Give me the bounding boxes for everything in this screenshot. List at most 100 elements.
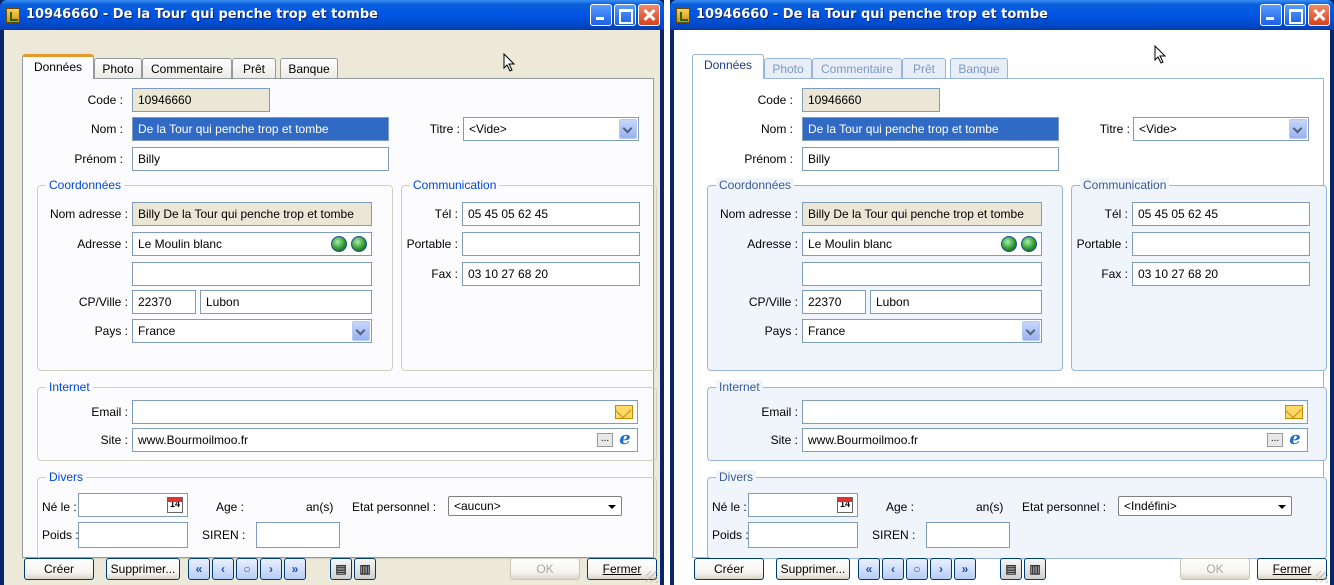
last-record-icon[interactable]: » <box>954 558 976 580</box>
maximize-button[interactable] <box>1284 4 1306 26</box>
chevron-down-icon[interactable] <box>352 321 370 341</box>
tel-field[interactable]: 05 45 05 62 45 <box>462 202 640 226</box>
ville-field[interactable]: Lubon <box>200 290 372 314</box>
siren-field[interactable] <box>256 522 340 548</box>
tab-photo[interactable]: Photo <box>94 58 142 78</box>
previous-record-icon[interactable]: ‹ <box>212 558 234 580</box>
tab-banque[interactable]: Banque <box>950 58 1008 78</box>
siren-label: SIREN : <box>872 528 916 542</box>
pays-select[interactable]: France <box>802 319 1042 343</box>
maximize-button[interactable] <box>614 4 636 26</box>
email-icon[interactable] <box>1285 405 1303 419</box>
ne-le-field[interactable]: 14 <box>748 493 858 517</box>
cp-field[interactable]: 22370 <box>802 290 866 314</box>
tel-field[interactable]: 05 45 05 62 45 <box>1132 202 1310 226</box>
tab-photo[interactable]: Photo <box>764 58 812 78</box>
fax-field[interactable]: 03 10 27 68 20 <box>462 262 640 286</box>
supprimer-button[interactable]: Supprimer... <box>106 558 180 580</box>
creer-button[interactable]: Créer <box>24 558 94 580</box>
print-icon[interactable]: ▤ <box>1000 558 1022 580</box>
email-field[interactable] <box>802 400 1308 424</box>
email-icon[interactable] <box>615 405 633 419</box>
tab-donnees[interactable]: Données <box>692 54 764 79</box>
pays-select[interactable]: France <box>132 319 372 343</box>
tab-commentaire[interactable]: Commentaire <box>142 58 232 78</box>
browser-icon[interactable]: e <box>616 430 634 448</box>
adresse-field[interactable]: Le Moulin blanc <box>132 232 372 256</box>
print-icon[interactable]: ▤ <box>330 558 352 580</box>
email-field[interactable] <box>132 400 638 424</box>
first-record-icon[interactable]: « <box>858 558 880 580</box>
address-map-icon[interactable] <box>351 236 367 252</box>
chevron-down-icon[interactable] <box>1022 321 1040 341</box>
last-record-icon[interactable]: » <box>284 558 306 580</box>
cp-field[interactable]: 22370 <box>132 290 196 314</box>
tab-pret[interactable]: Prêt <box>232 58 276 78</box>
ne-le-field[interactable]: 14 <box>78 493 188 517</box>
site-field[interactable]: www.Bourmoilmoo.fr ... e <box>132 428 638 452</box>
adresse2-field[interactable] <box>802 262 1042 286</box>
prenom-field[interactable]: Billy <box>132 147 389 171</box>
calendar-icon[interactable]: 14 <box>167 497 183 513</box>
prenom-field[interactable]: Billy <box>802 147 1059 171</box>
supprimer-button[interactable]: Supprimer... <box>776 558 850 580</box>
adresse-field[interactable]: Le Moulin blanc <box>802 232 1042 256</box>
title-bar[interactable]: 10946660 - De la Tour qui penche trop et… <box>670 0 1334 30</box>
calendar-icon[interactable]: 14 <box>837 497 853 513</box>
chevron-down-icon[interactable] <box>619 119 637 139</box>
tab-pret[interactable]: Prêt <box>902 58 946 78</box>
titre-label: Titre : <box>429 122 460 136</box>
etat-select[interactable]: <Indéfini> <box>1118 496 1292 516</box>
title-bar[interactable]: 10946660 - De la Tour qui penche trop et… <box>0 0 664 30</box>
portable-field[interactable] <box>462 232 640 256</box>
browser-icon[interactable]: e <box>1286 430 1304 448</box>
ok-button[interactable]: OK <box>1180 558 1250 580</box>
nom-adresse-field[interactable]: Billy De la Tour qui penche trop et tomb… <box>132 202 372 226</box>
address-search-icon[interactable] <box>331 236 347 252</box>
ok-button[interactable]: OK <box>510 558 580 580</box>
close-button[interactable] <box>1308 4 1330 26</box>
resize-grip[interactable] <box>646 571 658 583</box>
tab-commentaire[interactable]: Commentaire <box>812 58 902 78</box>
fax-field[interactable]: 03 10 27 68 20 <box>1132 262 1310 286</box>
site-browse-button[interactable]: ... <box>1267 433 1283 447</box>
siren-field[interactable] <box>926 522 1010 548</box>
tab-banque[interactable]: Banque <box>280 58 338 78</box>
titre-select[interactable]: <Vide> <box>1133 117 1309 141</box>
adresse2-field[interactable] <box>132 262 372 286</box>
resize-grip[interactable] <box>1316 571 1328 583</box>
next-record-icon[interactable]: › <box>260 558 282 580</box>
address-search-icon[interactable] <box>1001 236 1017 252</box>
chevron-down-icon[interactable] <box>1273 499 1289 515</box>
site-field[interactable]: www.Bourmoilmoo.fr ... e <box>802 428 1308 452</box>
address-map-icon[interactable] <box>1021 236 1037 252</box>
first-record-icon[interactable]: « <box>188 558 210 580</box>
communication-group: Communication Tél : 05 45 05 62 45 Porta… <box>1071 178 1327 371</box>
poids-field[interactable] <box>748 522 858 548</box>
creer-button[interactable]: Créer <box>694 558 764 580</box>
poids-field[interactable] <box>78 522 188 548</box>
ville-field[interactable]: Lubon <box>870 290 1042 314</box>
minimize-button[interactable] <box>1260 4 1282 26</box>
search-record-icon[interactable]: ○ <box>906 558 928 580</box>
client-window-classic: 10946660 - De la Tour qui penche trop et… <box>0 0 664 585</box>
etat-select[interactable]: <aucun> <box>448 496 622 516</box>
code-field[interactable]: 10946660 <box>802 88 940 112</box>
nom-field[interactable]: De la Tour qui penche trop et tombe <box>802 117 1059 141</box>
nom-adresse-field[interactable]: Billy De la Tour qui penche trop et tomb… <box>802 202 1042 226</box>
site-browse-button[interactable]: ... <box>597 433 613 447</box>
minimize-button[interactable] <box>590 4 612 26</box>
nom-field[interactable]: De la Tour qui penche trop et tombe <box>132 117 389 141</box>
tab-donnees[interactable]: Données <box>22 54 94 79</box>
next-record-icon[interactable]: › <box>930 558 952 580</box>
chevron-down-icon[interactable] <box>603 499 619 515</box>
titre-select[interactable]: <Vide> <box>463 117 639 141</box>
previous-record-icon[interactable]: ‹ <box>882 558 904 580</box>
preview-icon[interactable]: ▥ <box>354 558 376 580</box>
search-record-icon[interactable]: ○ <box>236 558 258 580</box>
preview-icon[interactable]: ▥ <box>1024 558 1046 580</box>
close-button[interactable] <box>638 4 660 26</box>
code-field[interactable]: 10946660 <box>132 88 270 112</box>
chevron-down-icon[interactable] <box>1289 119 1307 139</box>
portable-field[interactable] <box>1132 232 1310 256</box>
